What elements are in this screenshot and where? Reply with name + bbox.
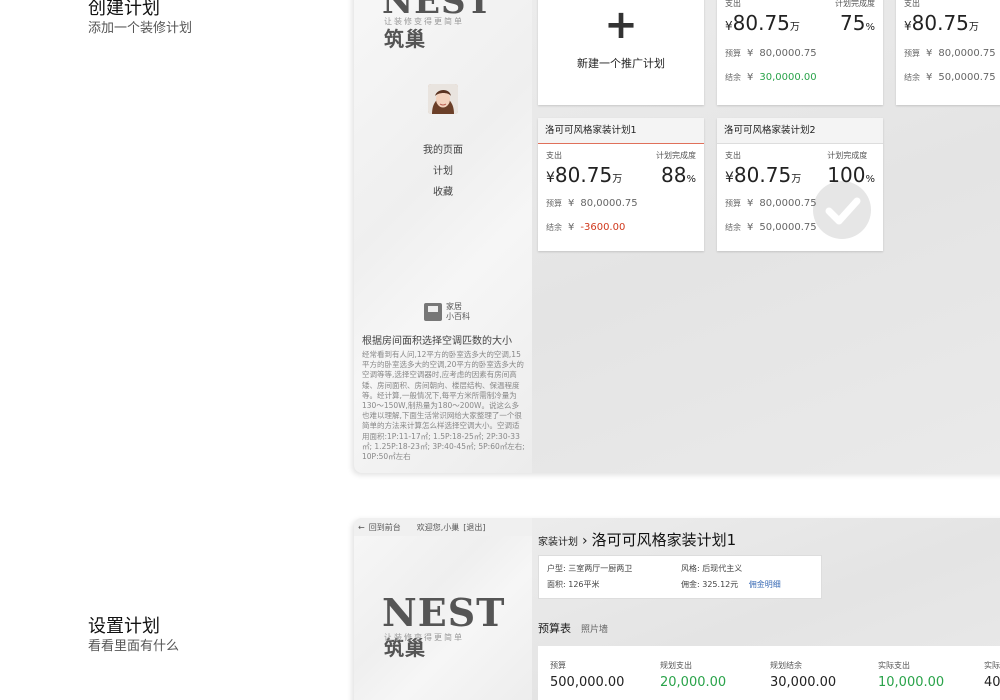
logo-text: NEST: [382, 590, 506, 635]
page: 创建计划 添加一个装修计划 设置计划 看看里面有什么 NEST筑巢 让装修变得更…: [0, 0, 1000, 700]
tab-budget[interactable]: 预算表: [538, 620, 571, 636]
balance-line: 结余 ¥30,0000.00: [725, 72, 817, 83]
spend-label: 支出: [546, 151, 562, 160]
tab-photos[interactable]: 照片墙: [581, 622, 608, 635]
plan-info-box: 户型: 三室两厅一厨两卫 风格: 后现代主义 面积: 126平米 佣金: 325…: [538, 555, 822, 599]
brand-slogan: 让装修变得更简单: [384, 17, 464, 26]
sidebar-nav: 我的页面 计划 收藏: [354, 140, 532, 203]
completion-label: 计划完成度: [827, 151, 868, 160]
avatar-image: [428, 84, 458, 114]
welcome-text: 欢迎您,小巢: [416, 522, 460, 532]
top-bar: ← 回到前台 欢迎您,小巢 [退出]: [354, 518, 532, 536]
section-settings-caption: 设置计划 看看里面有什么: [88, 616, 179, 655]
plans-screenshot: NEST筑巢 让装修变得更简单 我的页面 计划 收藏 家居 小百科 根据房间面积…: [354, 0, 1000, 473]
nav-item-favorites[interactable]: 收藏: [354, 182, 532, 203]
spend-value: ¥80.75万: [725, 11, 800, 35]
balance-line: 结余 ¥50,0000.75: [725, 222, 817, 233]
spend-label: 支出: [725, 151, 741, 160]
avatar[interactable]: [428, 84, 458, 114]
budget-col: 实际 40: [984, 661, 1000, 690]
budget-col: 规划支出 20,000.00: [660, 661, 727, 690]
completion-value: 75%: [840, 11, 875, 35]
plan-card[interactable]: 洛可可风格家装计划1 支出 ¥80.75万 计划完成度 88% 预算 ¥80,0…: [538, 118, 704, 251]
logo-cn: 筑巢: [384, 27, 426, 51]
sidebar: NEST筑巢 让装修变得更简单 我的页面 计划 收藏 家居 小百科 根据房间面积…: [354, 0, 532, 473]
plan-detail: 家装计划 › 洛可可风格家装计划1 户型: 三室两厅一厨两卫 风格: 后现代主义…: [532, 518, 1000, 700]
balance-line: 结余 ¥ -3600.00: [546, 222, 626, 233]
layout-value: 三室两厅一厨两卫: [568, 564, 633, 573]
spend-value: ¥80.75万: [725, 163, 802, 187]
commission-value: 325.12元: [702, 580, 739, 589]
new-plan-card[interactable]: + 新建一个推广计划: [538, 0, 704, 105]
plan-card[interactable]: 洛可可风格家装计划2 支出 ¥80.75万 计划完成度 100% 预算 ¥ 80…: [717, 118, 883, 251]
spend-label: 支出: [725, 0, 741, 8]
budget-col: 规划结余 30,000.00: [770, 661, 837, 690]
budget-line: 预算 ¥80,0000.75: [546, 198, 638, 209]
budget-col: 实际支出 10,000.00: [878, 661, 945, 690]
new-plan-label: 新建一个推广计划: [577, 56, 665, 70]
article-body: 经常看到有人问,12平方的卧室选多大的空调,15平方的卧室选多大的空调,20平方…: [362, 350, 525, 462]
section-subtitle: 添加一个装修计划: [88, 21, 193, 36]
logout-link[interactable]: [退出]: [463, 522, 485, 533]
plans-area: + 新建一个推广计划 支出 ¥80.75万 计划完成度 75% 预算 ¥ 80,…: [532, 0, 1000, 473]
spend-value: ¥80.75万: [904, 11, 979, 35]
wiki-link[interactable]: 家居 小百科: [424, 302, 470, 322]
wiki-label-1: 家居: [446, 302, 462, 311]
back-arrow-icon[interactable]: ←: [358, 523, 365, 532]
budget-line: 预算 ¥80,0000.75: [725, 198, 817, 209]
budget-line: 预算 ¥80,0000.75: [904, 48, 996, 59]
check-icon: [813, 181, 871, 239]
back-link[interactable]: 回到前台: [369, 522, 401, 533]
section-title: 设置计划: [88, 616, 160, 637]
completion-label: 计划完成度: [656, 151, 696, 160]
balance-line: 结余 ¥50,0000.75: [904, 72, 996, 83]
section-title: 创建计划: [88, 0, 160, 19]
book-icon: [424, 303, 442, 321]
area-value: 126平米: [568, 580, 600, 589]
plan-card[interactable]: 支出 ¥80.75万 预算 ¥80,0000.75 结余 ¥50,0000.75: [896, 0, 1000, 105]
spend-value: ¥80.75万: [546, 163, 623, 187]
completion-value: 100%: [827, 163, 875, 187]
budget-summary: 预算 500,000.00 规划支出 20,000.00 规划结余 30,000…: [538, 646, 1000, 700]
nav-item-plans[interactable]: 计划: [354, 161, 532, 182]
brand-slogan: 让装修变得更简单: [384, 633, 464, 642]
plan-name: 洛可可风格家装计划1: [538, 118, 704, 144]
plan-detail-screenshot: ← 回到前台 欢迎您,小巢 [退出] NEST筑巢 让装修变得更简单 家装计划 …: [354, 518, 1000, 700]
article-title: 根据房间面积选择空调匹数的大小: [362, 336, 512, 347]
budget-col: 预算 500,000.00: [550, 661, 625, 690]
style-value: 后现代主义: [702, 564, 743, 573]
budget-line: 预算 ¥80,0000.75: [725, 48, 817, 59]
spend-label: 支出: [904, 0, 920, 8]
plan-name: 洛可可风格家装计划2: [717, 118, 883, 144]
section-subtitle: 看看里面有什么: [88, 639, 180, 654]
nav-item-my-page[interactable]: 我的页面: [354, 140, 532, 161]
wiki-article: 根据房间面积选择空调匹数的大小 经常看到有人问,12平方的卧室选多大的空调,15…: [362, 332, 526, 462]
page-title: 洛可可风格家装计划1: [591, 531, 737, 549]
breadcrumb: 家装计划 › 洛可可风格家装计划1: [538, 529, 736, 550]
crumb-parent[interactable]: 家装计划: [538, 533, 578, 548]
plan-card[interactable]: 支出 ¥80.75万 计划完成度 75% 预算 ¥80,0000.75 结余 ¥…: [717, 0, 883, 105]
section-create-caption: 创建计划 添加一个装修计划: [88, 0, 192, 37]
chevron-right-icon: ›: [582, 533, 588, 549]
brand-logo: NEST筑巢: [382, 0, 532, 62]
detail-tabs: 预算表 照片墙: [538, 620, 608, 636]
plus-icon: +: [604, 1, 638, 48]
sidebar: ← 回到前台 欢迎您,小巢 [退出] NEST筑巢 让装修变得更简单: [354, 518, 532, 700]
completion-label: 计划完成度: [835, 0, 875, 8]
commission-detail-link[interactable]: 佣金明细: [749, 580, 781, 589]
wiki-label-2: 小百科: [446, 312, 470, 321]
completion-value: 88%: [661, 163, 696, 187]
